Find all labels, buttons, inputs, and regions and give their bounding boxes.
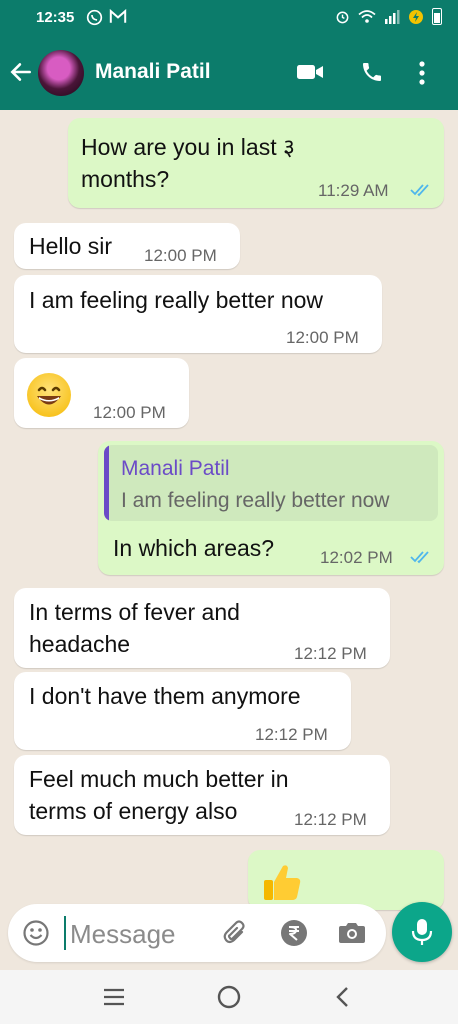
contact-avatar[interactable] <box>38 50 84 96</box>
quote-accent-bar <box>104 445 109 521</box>
grinning-face-emoji <box>27 373 71 417</box>
video-call-icon[interactable] <box>296 62 324 82</box>
read-receipt-icon <box>410 551 429 564</box>
message-time: 12:00 PM <box>93 403 166 422</box>
back-arrow-icon[interactable] <box>8 59 34 85</box>
thumbs-up-emoji <box>264 865 301 900</box>
contact-name[interactable]: Manali Patil <box>95 60 211 84</box>
message-text: How are you in last ३ months? <box>81 134 295 192</box>
mic-icon <box>411 919 433 945</box>
text-caret <box>64 916 66 950</box>
quoted-text: I am feeling really better now <box>121 489 390 512</box>
message-time: 12:12 PM <box>294 810 367 829</box>
battery-icon <box>432 8 442 25</box>
message-text: In which areas? <box>113 535 275 561</box>
message-text: Hello sir <box>29 233 113 259</box>
message-time: 12:00 PM <box>144 246 217 265</box>
more-options-icon[interactable] <box>418 60 426 86</box>
read-receipt-icon <box>410 184 429 197</box>
alarm-icon <box>336 11 349 24</box>
mic-button[interactable] <box>392 902 452 962</box>
quoted-sender: Manali Patil <box>121 457 230 480</box>
message-text: I don't have them anymore <box>29 683 301 709</box>
message-text: In terms of fever and headache <box>29 599 240 657</box>
message-text: Feel much much better in terms of energy… <box>29 766 289 824</box>
quoted-message[interactable]: Manali Patil I am feeling really better … <box>104 445 438 521</box>
back-icon[interactable] <box>333 985 351 1009</box>
camera-icon[interactable] <box>338 920 366 944</box>
message-input[interactable] <box>68 914 222 954</box>
recent-apps-icon[interactable] <box>102 987 126 1007</box>
message-composer[interactable] <box>8 904 386 962</box>
status-time: 12:35 <box>36 9 75 26</box>
chat-header: Manali Patil <box>0 36 458 110</box>
message-text: I am feeling really better now <box>29 287 324 313</box>
home-icon[interactable] <box>216 984 242 1010</box>
wifi-icon <box>358 10 376 23</box>
whatsapp-icon <box>86 9 103 26</box>
gmail-icon <box>109 9 127 23</box>
signal-icon <box>385 10 400 24</box>
message-time: 12:12 PM <box>255 725 328 744</box>
message-time: 12:12 PM <box>294 644 367 663</box>
message-time: 12:00 PM <box>286 328 359 347</box>
voice-call-icon[interactable] <box>360 60 384 84</box>
emoji-icon[interactable] <box>22 919 50 947</box>
system-nav-bar <box>0 970 458 1024</box>
attach-icon[interactable] <box>222 919 250 947</box>
battery-saver-icon <box>409 9 423 24</box>
status-bar: 12:35 <box>0 0 458 36</box>
message-time: 11:29 AM <box>318 181 389 200</box>
rupee-payment-icon[interactable] <box>280 919 308 947</box>
message-time: 12:02 PM <box>320 548 393 567</box>
